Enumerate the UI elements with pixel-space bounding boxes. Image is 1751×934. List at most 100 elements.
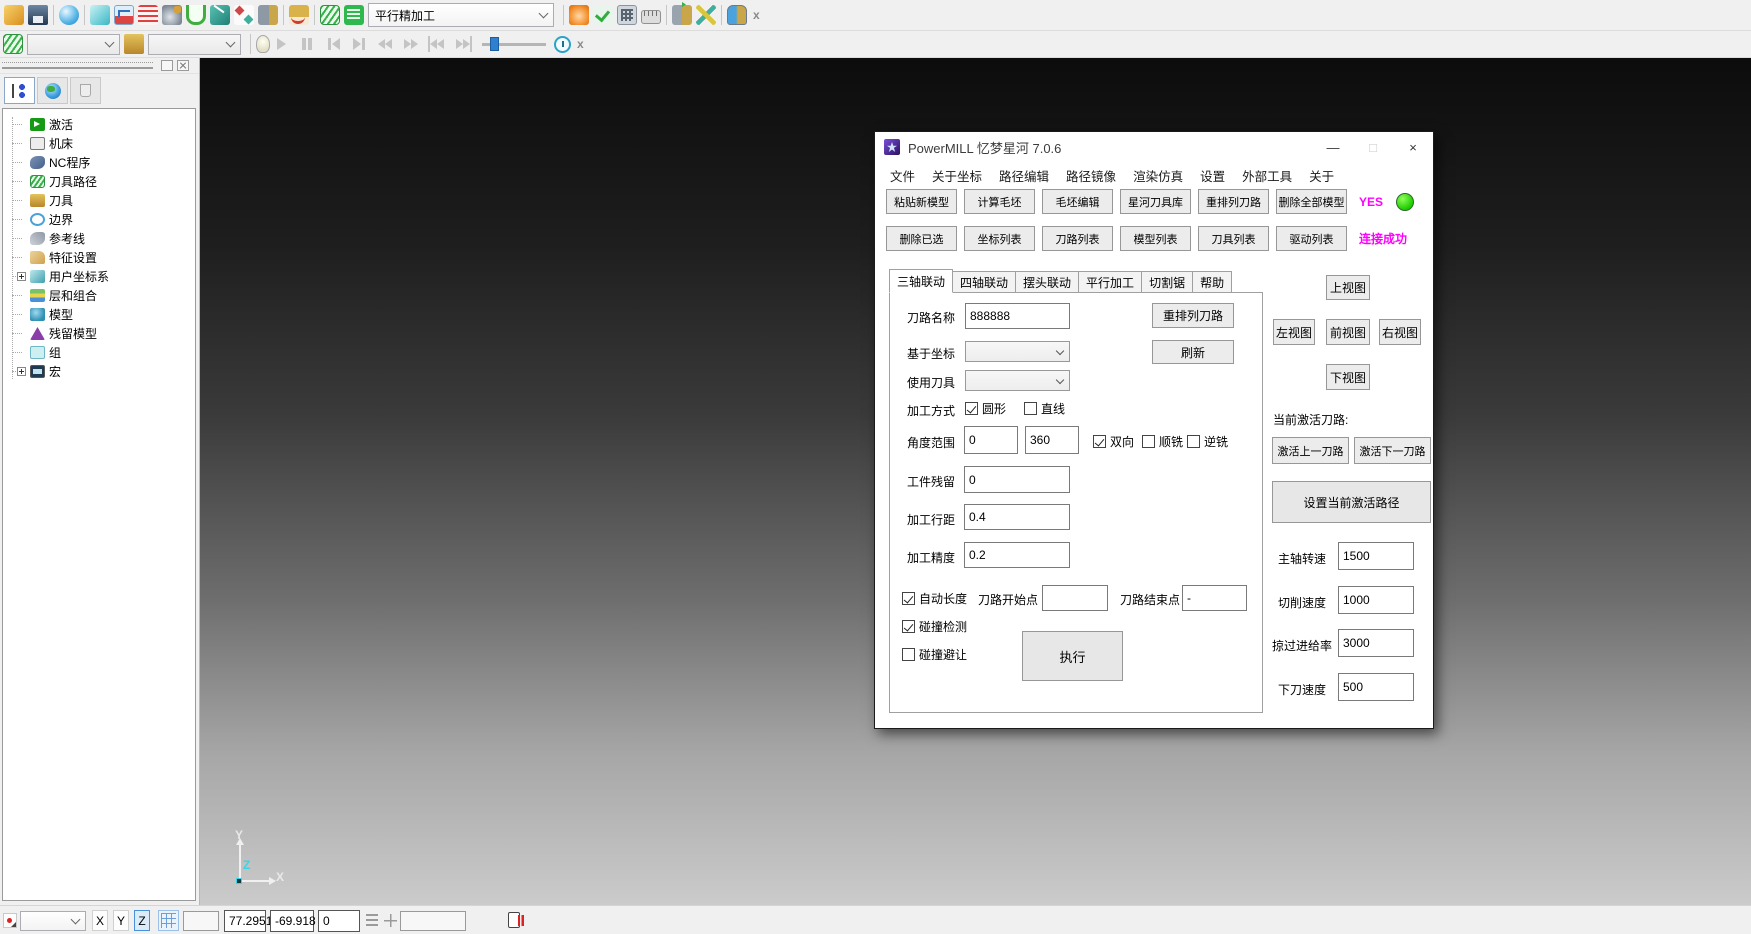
tree-item[interactable]: 激活	[3, 115, 195, 134]
dialog-tab[interactable]: 帮助	[1193, 271, 1232, 293]
plunge-speed-input[interactable]	[1338, 673, 1414, 701]
tree-item[interactable]: 刀具路径	[3, 172, 195, 191]
list-icon[interactable]	[366, 914, 378, 927]
checkbox[interactable]	[1187, 435, 1200, 448]
menu-item[interactable]: 路径编辑	[999, 166, 1049, 185]
grid-snap-button[interactable]	[158, 910, 179, 931]
go-start-icon[interactable]	[428, 36, 446, 52]
menu-item[interactable]: 关于坐标	[932, 166, 982, 185]
tree-item[interactable]: 用户坐标系	[3, 267, 195, 286]
checkbox[interactable]	[1024, 402, 1037, 415]
pause-icon[interactable]	[298, 36, 316, 52]
stock-lines-icon[interactable]	[138, 5, 158, 25]
recycle-tab[interactable]	[70, 77, 101, 104]
dialog-tab[interactable]: 四轴联动	[953, 271, 1016, 293]
flask-icon[interactable]	[59, 5, 79, 25]
menu-item[interactable]: 设置	[1200, 166, 1225, 185]
menu-item[interactable]: 关于	[1309, 166, 1334, 185]
tree-item[interactable]: 参考线	[3, 229, 195, 248]
tree-item[interactable]: 机床	[3, 134, 195, 153]
method-circle-checkbox[interactable]: 圆形	[965, 400, 1006, 417]
speed-slider[interactable]	[482, 36, 546, 52]
dialog-action-button[interactable]: 删除全部模型	[1276, 189, 1347, 214]
angle-to-input[interactable]	[1025, 426, 1079, 454]
dialog-tab[interactable]: 摆头联动	[1016, 271, 1079, 293]
tree-item[interactable]: 组	[3, 343, 195, 362]
axis-z-button[interactable]: Z	[134, 910, 150, 931]
angle-from-input[interactable]	[964, 426, 1018, 454]
view-left-button[interactable]: 左视图	[1273, 319, 1315, 345]
auto-length-checkbox[interactable]: 自动长度	[902, 590, 967, 607]
fox-icon[interactable]	[569, 5, 589, 25]
ruler-icon[interactable]	[641, 10, 661, 24]
strategy-dropdown[interactable]: 平行精加工	[368, 3, 554, 27]
rearrange-toolpaths-button[interactable]: 重排列刀路	[1152, 303, 1234, 328]
expand-plus-icon[interactable]	[17, 272, 26, 281]
menu-item[interactable]: 文件	[890, 166, 915, 185]
tree-item[interactable]: 刀具	[3, 191, 195, 210]
toolpath-name-input[interactable]	[965, 303, 1070, 329]
execute-button[interactable]: 执行	[1022, 631, 1123, 681]
view-top-button[interactable]: 上视图	[1326, 275, 1370, 300]
activate-prev-toolpath-button[interactable]: 激活上一刀路	[1272, 437, 1349, 464]
grid-size-field[interactable]	[183, 911, 219, 931]
tool-change-icon[interactable]	[672, 5, 692, 25]
refresh-button[interactable]: 刷新	[1152, 340, 1234, 364]
pause-device-icon[interactable]	[508, 912, 520, 928]
conventional-mill-checkbox[interactable]: 逆铣	[1187, 433, 1228, 450]
toolbar-close-button[interactable]: x	[747, 6, 766, 24]
minimize-button[interactable]: —	[1313, 132, 1353, 162]
tree-item[interactable]: 残留模型	[3, 324, 195, 343]
cylinders-icon[interactable]	[727, 5, 747, 25]
base-coord-dropdown[interactable]	[965, 341, 1070, 362]
start-point-input[interactable]	[1042, 585, 1108, 611]
verify-check-icon[interactable]	[593, 5, 613, 25]
undo-path-icon[interactable]	[114, 5, 134, 25]
clock-icon[interactable]	[554, 36, 571, 53]
step-fwd-icon[interactable]	[350, 36, 368, 52]
dialog-action-button[interactable]: 刀具列表	[1198, 226, 1269, 251]
dialog-tab[interactable]: 三轴联动	[889, 269, 953, 293]
cross-arrows-icon[interactable]	[696, 5, 716, 25]
maximize-button[interactable]: □	[1353, 132, 1393, 162]
ball-tool-icon[interactable]	[162, 5, 182, 25]
clamp-icon[interactable]	[186, 5, 206, 25]
checkbox[interactable]	[902, 592, 915, 605]
dialog-action-button[interactable]: 粘贴新模型	[886, 189, 957, 214]
tree-item[interactable]: 模型	[3, 305, 195, 324]
activate-next-toolpath-button[interactable]: 激活下一刀路	[1354, 437, 1431, 464]
go-end-icon[interactable]	[454, 36, 472, 52]
dialog-action-button[interactable]: 刀路列表	[1042, 226, 1113, 251]
dialog-tab[interactable]: 切割锯	[1142, 271, 1193, 293]
view-front-button[interactable]: 前视图	[1326, 319, 1370, 345]
checkbox[interactable]	[965, 402, 978, 415]
stock-remain-input[interactable]	[964, 466, 1070, 493]
status-dropdown[interactable]	[20, 911, 86, 931]
dialog-action-button[interactable]: 坐标列表	[964, 226, 1035, 251]
checkbox[interactable]	[1093, 435, 1106, 448]
tree-item[interactable]: NC程序	[3, 153, 195, 172]
tree-item[interactable]: 特征设置	[3, 248, 195, 267]
dialog-action-button[interactable]: 重排列刀路	[1198, 189, 1269, 214]
checkbox[interactable]	[902, 648, 915, 661]
calculator-icon[interactable]	[617, 5, 637, 25]
tool-block-icon[interactable]	[258, 5, 278, 25]
bidirectional-checkbox[interactable]: 双向	[1093, 433, 1134, 450]
dialog-action-button[interactable]: 星河刀具库	[1120, 189, 1191, 214]
box-icon[interactable]	[90, 5, 110, 25]
checkbox[interactable]	[902, 620, 915, 633]
dialog-tab[interactable]: 平行加工	[1079, 271, 1142, 293]
sim-toolbar-close-button[interactable]: x	[571, 35, 590, 53]
slider-handle[interactable]	[490, 37, 499, 51]
dialog-action-button[interactable]: 毛坯编辑	[1042, 189, 1113, 214]
tolerance-input[interactable]	[964, 542, 1070, 568]
axis-x-button[interactable]: X	[92, 910, 108, 931]
menu-item[interactable]: 渲染仿真	[1133, 166, 1183, 185]
spindle-speed-input[interactable]	[1338, 542, 1414, 570]
collision-check-checkbox[interactable]: 碰撞检测	[902, 618, 967, 635]
dialog-action-button[interactable]: 模型列表	[1120, 226, 1191, 251]
tree-item[interactable]: 层和组合	[3, 286, 195, 305]
expand-plus-icon[interactable]	[17, 367, 26, 376]
bulb-icon[interactable]	[256, 35, 270, 53]
dock-bar[interactable]	[0, 58, 199, 74]
